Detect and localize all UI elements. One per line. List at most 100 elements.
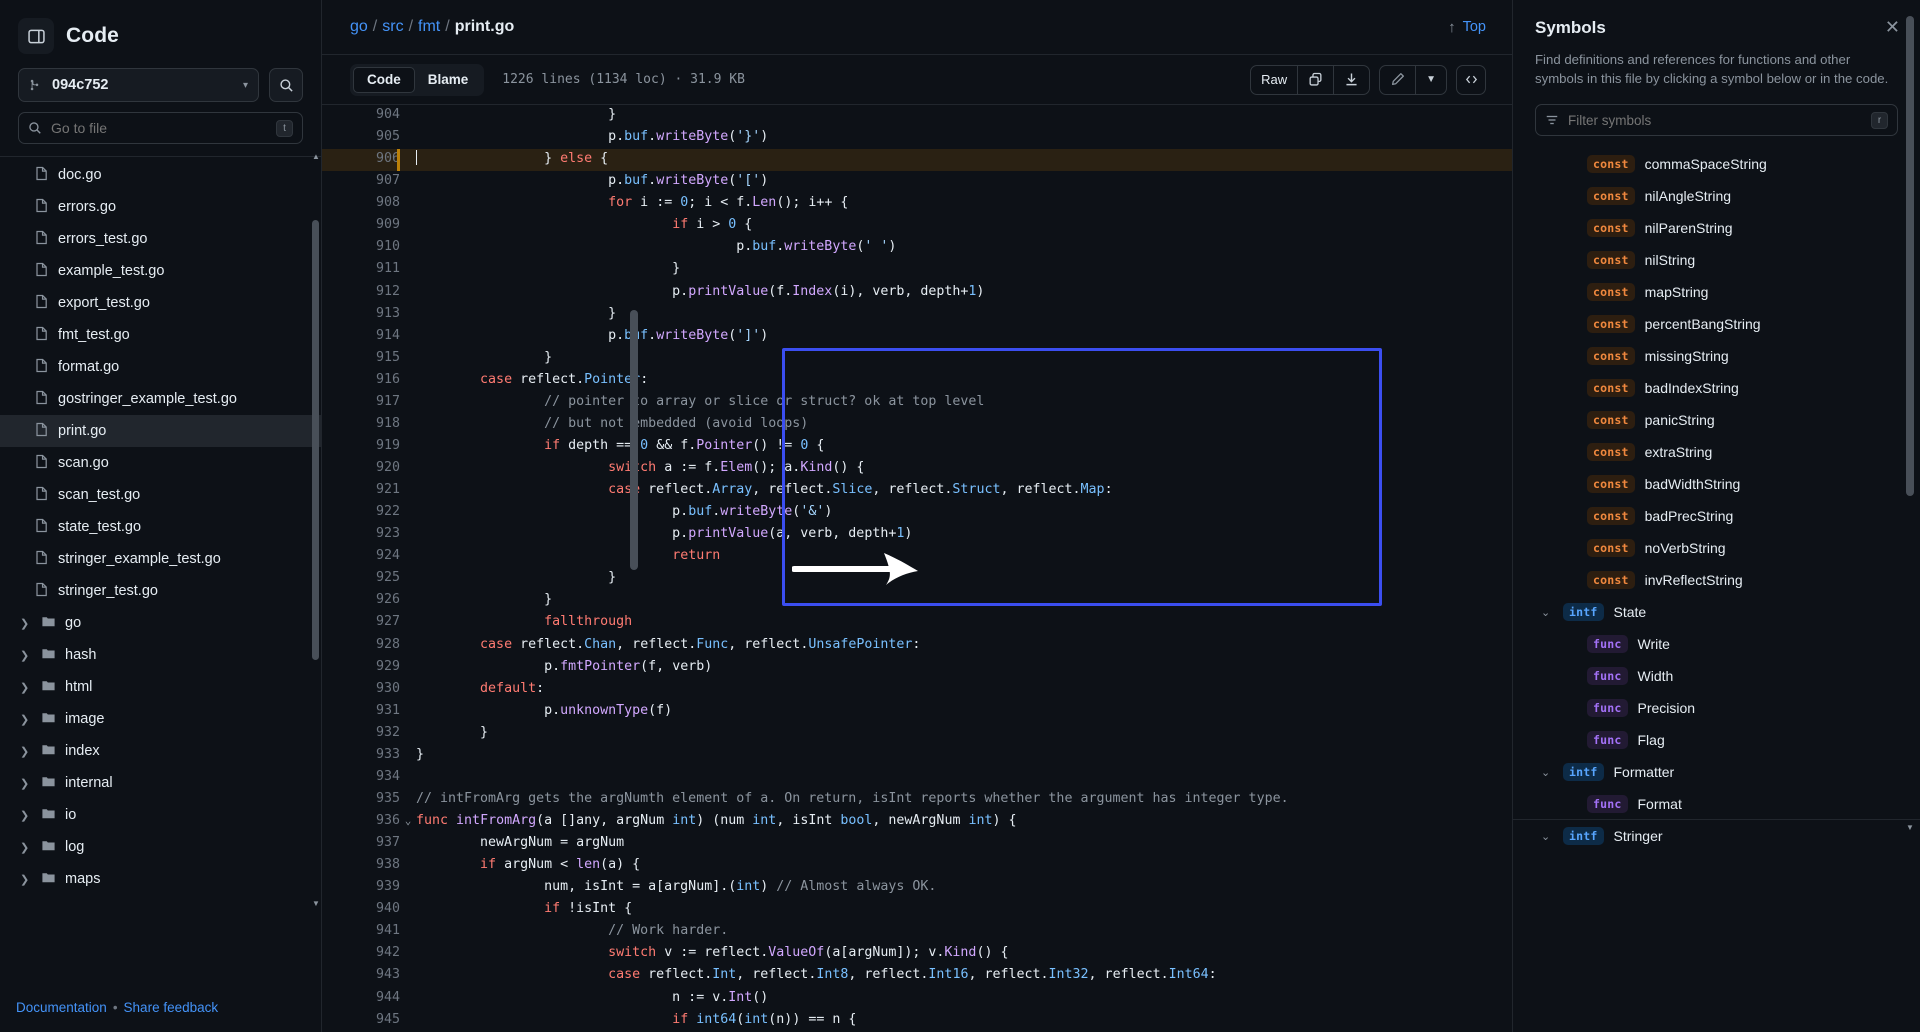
line-number[interactable]: 927: [322, 612, 400, 634]
line-number[interactable]: 926: [322, 590, 400, 612]
scroll-down-arrow[interactable]: ▼: [312, 899, 320, 908]
tree-item-state-test-go[interactable]: state_test.go: [0, 511, 321, 543]
scroll-up-arrow[interactable]: ▲: [312, 152, 320, 161]
symbols-scrollbar[interactable]: ▼: [1906, 0, 1914, 1032]
filter-symbols-input[interactable]: [1568, 112, 1862, 128]
tree-item-doc-go[interactable]: doc.go: [0, 159, 321, 191]
line-number[interactable]: 930: [322, 679, 400, 701]
top-link[interactable]: ↑ Top: [1448, 19, 1486, 36]
symbols-toggle-button[interactable]: [1456, 64, 1486, 95]
chevron-right-icon[interactable]: ❯: [20, 841, 32, 854]
chevron-down-icon[interactable]: ⌄: [1541, 830, 1553, 843]
filter-symbols-field[interactable]: r: [1535, 104, 1898, 136]
line-number[interactable]: 922: [322, 502, 400, 524]
line-number[interactable]: 911: [322, 259, 400, 281]
tab-blame[interactable]: Blame: [415, 67, 482, 93]
tree-item-print-go[interactable]: print.go: [0, 415, 321, 447]
symbol-item-noVerbString[interactable]: const noVerbString: [1523, 532, 1920, 564]
chevron-right-icon[interactable]: ❯: [20, 713, 32, 726]
tree-item-stringer-example-test-go[interactable]: stringer_example_test.go: [0, 543, 321, 575]
search-button[interactable]: [269, 68, 303, 102]
symbol-item-commaSpaceString[interactable]: const commaSpaceString: [1523, 148, 1920, 180]
raw-button[interactable]: Raw: [1251, 65, 1299, 94]
tree-item-image[interactable]: ❯ image: [0, 703, 321, 735]
line-number[interactable]: 928: [322, 635, 400, 657]
chevron-right-icon[interactable]: ❯: [20, 777, 32, 790]
chevron-down-icon[interactable]: ⌄: [1541, 766, 1553, 779]
line-number[interactable]: 936: [322, 811, 400, 833]
line-number[interactable]: 905: [322, 127, 400, 149]
symbols-scroll-thumb[interactable]: [1906, 16, 1914, 496]
line-number[interactable]: 913: [322, 304, 400, 326]
line-number[interactable]: 933: [322, 745, 400, 767]
edit-button[interactable]: [1380, 65, 1417, 94]
line-number[interactable]: 939: [322, 877, 400, 899]
symbol-item-badWidthString[interactable]: const badWidthString: [1523, 468, 1920, 500]
chevron-right-icon[interactable]: ❯: [20, 873, 32, 886]
symbol-item-nilString[interactable]: const nilString: [1523, 244, 1920, 276]
tree-item-example-test-go[interactable]: example_test.go: [0, 255, 321, 287]
code-left-scrollbar[interactable]: [630, 105, 638, 1032]
line-number[interactable]: 918: [322, 414, 400, 436]
symbol-item-Flag[interactable]: func Flag: [1523, 724, 1920, 756]
line-number[interactable]: 909: [322, 215, 400, 237]
go-to-file-input[interactable]: [51, 120, 267, 136]
line-number[interactable]: 917: [322, 392, 400, 414]
tree-item-fmt-test-go[interactable]: fmt_test.go: [0, 319, 321, 351]
tree-item-format-go[interactable]: format.go: [0, 351, 321, 383]
breadcrumb-segment-1[interactable]: src: [382, 18, 403, 36]
symbol-item-extraString[interactable]: const extraString: [1523, 436, 1920, 468]
symbol-item-nilAngleString[interactable]: const nilAngleString: [1523, 180, 1920, 212]
tree-item-html[interactable]: ❯ html: [0, 671, 321, 703]
line-number[interactable]: 938: [322, 855, 400, 877]
symbol-item-invReflectString[interactable]: const invReflectString: [1523, 564, 1920, 596]
symbol-item-nilParenString[interactable]: const nilParenString: [1523, 212, 1920, 244]
symbol-item-Write[interactable]: func Write: [1523, 628, 1920, 660]
copy-button[interactable]: [1298, 65, 1335, 94]
line-number[interactable]: 935: [322, 789, 400, 811]
breadcrumb-segment-0[interactable]: go: [350, 18, 368, 36]
line-number[interactable]: 906: [322, 149, 400, 172]
fold-toggle[interactable]: ⌄: [400, 811, 416, 833]
line-number[interactable]: 929: [322, 657, 400, 679]
branch-selector[interactable]: 094c752 ▾: [18, 68, 259, 102]
line-number[interactable]: 904: [322, 105, 400, 127]
symbol-item-Formatter[interactable]: ⌄ intf Formatter: [1523, 756, 1920, 788]
line-number[interactable]: 908: [322, 193, 400, 215]
line-number[interactable]: 912: [322, 282, 400, 304]
line-number[interactable]: 934: [322, 767, 400, 789]
tree-item-gostringer-example-test-go[interactable]: gostringer_example_test.go: [0, 383, 321, 415]
line-number[interactable]: 923: [322, 524, 400, 546]
tree-item-maps[interactable]: ❯ maps: [0, 863, 321, 895]
symbol-item-panicString[interactable]: const panicString: [1523, 404, 1920, 436]
line-number[interactable]: 931: [322, 701, 400, 723]
line-number[interactable]: 907: [322, 171, 400, 193]
line-number[interactable]: 944: [322, 988, 400, 1010]
file-tree[interactable]: doc.go errors.go errors_test.go example_tes…: [0, 157, 321, 982]
chevron-down-icon[interactable]: ⌄: [1541, 606, 1553, 619]
line-number[interactable]: 937: [322, 833, 400, 855]
line-number[interactable]: 940: [322, 899, 400, 921]
line-number[interactable]: 941: [322, 921, 400, 943]
symbol-item-Stringer[interactable]: ⌄ intf Stringer: [1523, 820, 1920, 852]
chevron-right-icon[interactable]: ❯: [20, 649, 32, 662]
tree-item-scan-test-go[interactable]: scan_test.go: [0, 479, 321, 511]
line-number[interactable]: 924: [322, 546, 400, 568]
breadcrumb-segment-2[interactable]: fmt: [418, 18, 440, 36]
line-number[interactable]: 919: [322, 436, 400, 458]
tree-item-stringer-test-go[interactable]: stringer_test.go: [0, 575, 321, 607]
symbol-item-mapString[interactable]: const mapString: [1523, 276, 1920, 308]
symbol-item-missingString[interactable]: const missingString: [1523, 340, 1920, 372]
sidebar-scrollbar[interactable]: ▲ ▼: [312, 152, 320, 908]
symbol-item-badPrecString[interactable]: const badPrecString: [1523, 500, 1920, 532]
code-scroll-thumb[interactable]: [630, 310, 638, 570]
tree-item-log[interactable]: ❯ log: [0, 831, 321, 863]
symbol-item-Width[interactable]: func Width: [1523, 660, 1920, 692]
line-number[interactable]: 910: [322, 237, 400, 259]
symbol-item-Format[interactable]: func Format: [1523, 788, 1920, 820]
line-number[interactable]: 925: [322, 568, 400, 590]
share-feedback-link[interactable]: Share feedback: [124, 1000, 219, 1015]
tab-code[interactable]: Code: [353, 66, 415, 93]
chevron-right-icon[interactable]: ❯: [20, 681, 32, 694]
tree-item-errors-test-go[interactable]: errors_test.go: [0, 223, 321, 255]
